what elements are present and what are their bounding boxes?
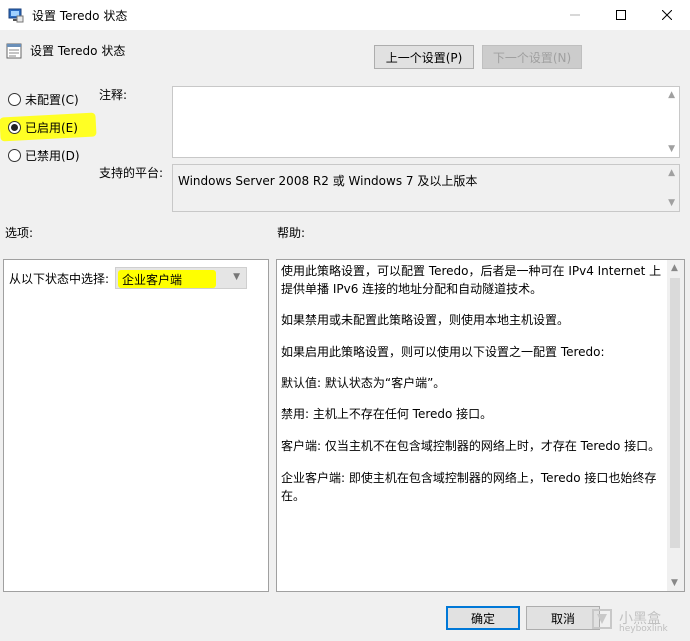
options-label: 选项: <box>5 226 34 240</box>
scroll-up-icon: ▲ <box>668 168 675 178</box>
radio-label: 未配置(C) <box>25 93 79 107</box>
heybox-logo-icon <box>592 609 612 629</box>
next-setting-button[interactable]: 下一个设置(N) <box>482 45 582 69</box>
scroll-up-icon: ▲ <box>668 90 675 100</box>
maximize-button[interactable] <box>598 0 644 30</box>
window-title: 设置 Teredo 状态 <box>32 8 128 23</box>
radio-enabled[interactable]: 已启用(E) <box>8 119 78 136</box>
setting-title: 设置 Teredo 状态 <box>30 44 126 58</box>
platform-scrollbar[interactable]: ▲ ▼ <box>662 165 679 211</box>
radio-circle <box>8 93 21 106</box>
help-panel: 使用此策略设置，可以配置 Teredo，后者是一种可在 IPv4 Interne… <box>276 259 685 592</box>
watermark: 小黑盒 heyboxlink <box>589 598 689 638</box>
platform-value: Windows Server 2008 R2 或 Windows 7 及以上版本 <box>178 174 478 188</box>
policy-app-icon <box>8 8 24 23</box>
select-state-label: 从以下状态中选择: <box>9 272 110 286</box>
radio-not-configured[interactable]: 未配置(C) <box>8 91 79 108</box>
ok-button[interactable]: 确定 <box>446 606 520 630</box>
scroll-down-icon: ▼ <box>668 144 675 154</box>
scroll-down-icon: ▼ <box>671 578 678 588</box>
chevron-down-icon: ▼ <box>233 272 240 282</box>
help-paragraph: 企业客户端: 即使主机在包含域控制器的网络上，Teredo 接口也始终存在。 <box>281 471 657 503</box>
policy-setting-icon <box>6 43 22 59</box>
minimize-icon <box>570 14 580 16</box>
help-paragraph: 使用此策略设置，可以配置 Teredo，后者是一种可在 IPv4 Interne… <box>281 264 662 296</box>
radio-circle-checked <box>8 121 21 134</box>
title-bar: 设置 Teredo 状态 <box>0 0 690 30</box>
radio-circle <box>8 149 21 162</box>
close-button[interactable] <box>644 0 690 30</box>
comment-textarea[interactable]: ▲ ▼ <box>172 86 680 158</box>
close-icon <box>662 10 672 20</box>
help-paragraph: 如果禁用或未配置此策略设置，则使用本地主机设置。 <box>281 313 570 327</box>
scroll-thumb[interactable] <box>670 278 680 548</box>
platform-label: 支持的平台: <box>99 166 164 180</box>
previous-setting-button[interactable]: 上一个设置(P) <box>374 45 474 69</box>
help-paragraph: 客户端: 仅当主机不在包含域控制器的网络上时，才存在 Teredo 接口。 <box>281 439 661 453</box>
help-scrollbar[interactable]: ▲ ▼ <box>667 260 684 591</box>
help-paragraph: 默认值: 默认状态为“客户端”。 <box>281 376 446 390</box>
scroll-up-icon: ▲ <box>671 263 678 273</box>
radio-label: 已启用(E) <box>25 121 78 135</box>
help-paragraph: 禁用: 主机上不存在任何 Teredo 接口。 <box>281 407 493 421</box>
minimize-button[interactable] <box>552 0 598 30</box>
radio-disabled[interactable]: 已禁用(D) <box>8 147 80 164</box>
help-paragraph: 如果启用此策略设置，则可以使用以下设置之一配置 Teredo: <box>281 345 605 359</box>
help-label: 帮助: <box>277 226 306 240</box>
platform-textbox[interactable]: Windows Server 2008 R2 或 Windows 7 及以上版本… <box>172 164 680 212</box>
maximize-icon <box>616 10 626 20</box>
options-panel: 从以下状态中选择: <box>3 259 269 592</box>
comment-label: 注释: <box>99 88 128 102</box>
select-value: 企业客户端 <box>122 273 183 287</box>
comment-scrollbar[interactable]: ▲ ▼ <box>662 87 679 157</box>
dialog-content: 设置 Teredo 状态 上一个设置(P) 下一个设置(N) 未配置(C) 已启… <box>0 30 690 641</box>
watermark-subtext: heyboxlink <box>619 624 668 634</box>
radio-label: 已禁用(D) <box>25 149 80 163</box>
state-select[interactable]: 企业客户端 ▼ <box>115 267 247 289</box>
scroll-down-icon: ▼ <box>668 198 675 208</box>
